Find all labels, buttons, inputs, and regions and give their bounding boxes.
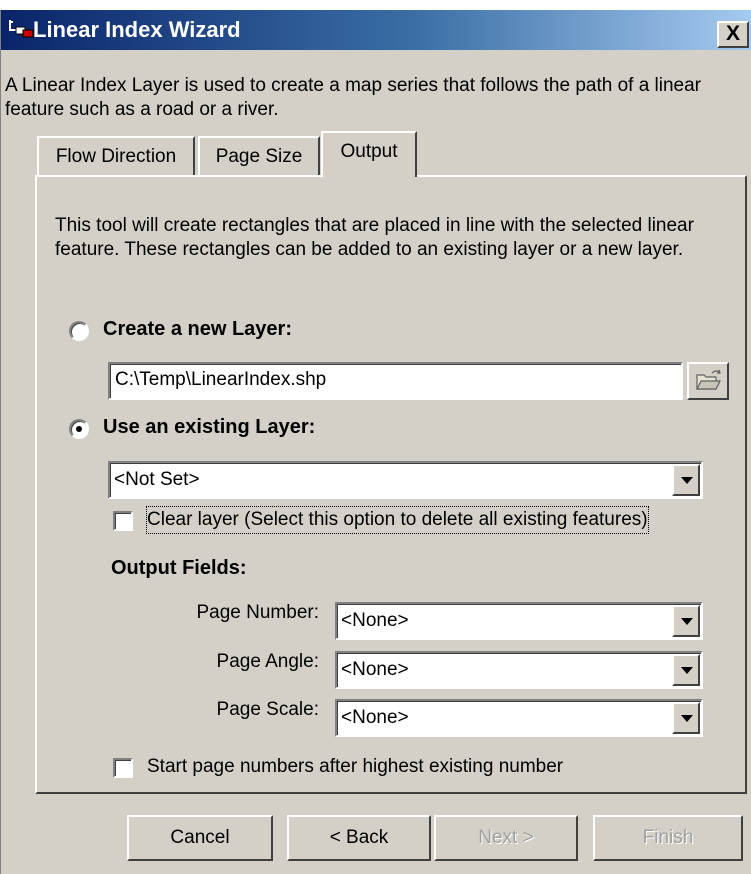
page-scale-select[interactable]: <None>: [335, 699, 703, 737]
tab-page-size[interactable]: Page Size: [198, 136, 320, 176]
create-new-layer-label[interactable]: Create a new Layer:: [103, 316, 292, 342]
start-page-numbers-checkbox[interactable]: [113, 758, 133, 778]
finish-button[interactable]: Finish: [593, 815, 743, 861]
radio-selected-dot: [76, 426, 82, 432]
page-scale-dropdown-button[interactable]: [672, 702, 700, 734]
page-number-dropdown-button[interactable]: [672, 605, 700, 637]
next-button[interactable]: Next >: [434, 815, 578, 861]
output-fields-heading: Output Fields:: [111, 557, 247, 579]
clear-layer-label[interactable]: Clear layer (Select this option to delet…: [146, 506, 649, 534]
clear-layer-checkbox[interactable]: [113, 511, 133, 531]
linear-index-icon: [9, 20, 34, 38]
page-number-select[interactable]: <None>: [335, 602, 703, 640]
open-folder-icon: [696, 369, 721, 390]
create-new-layer-radio[interactable]: [69, 321, 89, 341]
existing-layer-dropdown-button[interactable]: [672, 464, 700, 496]
new-layer-path-input[interactable]: C:\Temp\LinearIndex.shp: [108, 362, 683, 400]
page-scale-value: <None>: [341, 707, 409, 728]
cancel-button[interactable]: Cancel: [127, 815, 273, 861]
browse-button[interactable]: [687, 362, 729, 400]
linear-index-wizard-dialog: Linear Index Wizard X A Linear Index Lay…: [0, 10, 751, 874]
existing-layer-value: <Not Set>: [114, 469, 200, 490]
start-page-numbers-label[interactable]: Start page numbers after highest existin…: [147, 754, 563, 780]
tab-flow-direction[interactable]: Flow Direction: [37, 136, 195, 176]
intro-text: A Linear Index Layer is used to create a…: [5, 75, 702, 120]
back-button[interactable]: < Back: [287, 815, 431, 861]
chevron-down-icon: [681, 667, 693, 674]
use-existing-layer-label[interactable]: Use an existing Layer:: [103, 414, 315, 440]
dialog-title: Linear Index Wizard: [33, 17, 241, 42]
page-angle-select[interactable]: <None>: [335, 651, 703, 689]
output-tab-panel: This tool will create rectangles that ar…: [35, 175, 747, 794]
chevron-down-icon: [681, 477, 693, 484]
tab-output[interactable]: Output: [321, 131, 417, 177]
close-button[interactable]: X: [717, 21, 749, 48]
page-scale-label: Page Scale:: [216, 699, 319, 720]
existing-layer-select[interactable]: <Not Set>: [108, 461, 703, 499]
page-number-value: <None>: [341, 610, 409, 631]
use-existing-layer-radio[interactable]: [69, 419, 89, 439]
output-description: This tool will create rectangles that ar…: [55, 215, 694, 260]
chevron-down-icon: [681, 715, 693, 722]
page-angle-dropdown-button[interactable]: [672, 654, 700, 686]
title-bar[interactable]: Linear Index Wizard X: [1, 10, 751, 50]
page-angle-label: Page Angle:: [216, 651, 319, 672]
page-angle-value: <None>: [341, 659, 409, 680]
page-number-label: Page Number:: [196, 602, 319, 623]
chevron-down-icon: [681, 618, 693, 625]
